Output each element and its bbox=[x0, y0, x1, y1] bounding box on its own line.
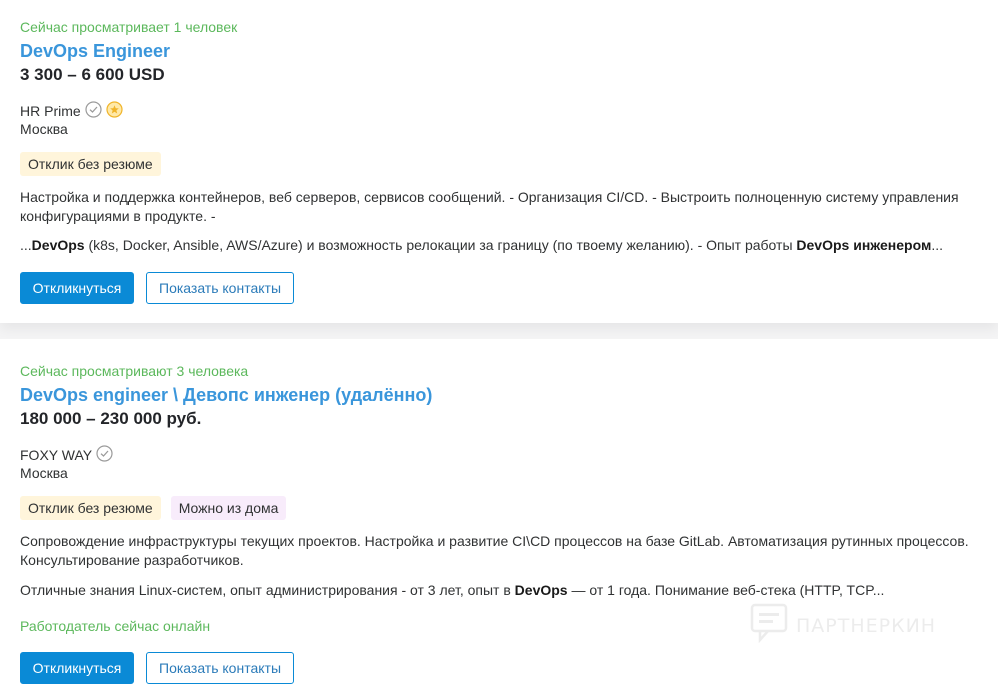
verified-check-icon bbox=[96, 445, 113, 465]
tag-no-resume: Отклик без резюме bbox=[20, 152, 161, 176]
vacancy-title-link[interactable]: DevOps engineer \ Девопс инженер (удалён… bbox=[20, 385, 432, 406]
city: Москва bbox=[20, 121, 68, 137]
viewers-count: Сейчас просматривает 1 человек bbox=[20, 19, 238, 35]
watermark-text: ПАРТНЕРКИН bbox=[796, 614, 937, 637]
show-contacts-button[interactable]: Показать контакты bbox=[146, 652, 294, 684]
vacancy-responsibility: Сопровождение инфраструктуры текущих про… bbox=[20, 533, 969, 568]
show-contacts-button[interactable]: Показать контакты bbox=[146, 272, 294, 304]
vacancy-title-link[interactable]: DevOps Engineer bbox=[20, 41, 170, 62]
respond-button[interactable]: Откликнуться bbox=[20, 652, 134, 684]
salary: 3 300 – 6 600 USD bbox=[20, 65, 165, 84]
vacancy-requirement: Отличные знания Linux-систем, опыт админ… bbox=[20, 582, 885, 598]
company-name-link[interactable]: HR Prime bbox=[20, 103, 81, 119]
viewers-count: Сейчас просматривают 3 человека bbox=[20, 363, 249, 379]
verified-check-icon bbox=[85, 101, 102, 121]
tag-no-resume: Отклик без резюме bbox=[20, 496, 161, 520]
tag-remote: Можно из дома bbox=[170, 496, 287, 520]
salary: 180 000 – 230 000 руб. bbox=[20, 409, 202, 428]
vacancy-card: Сейчас просматривает 1 человек DevOps En… bbox=[0, 0, 998, 323]
vacancy-responsibility: Настройка и поддержка контейнеров, веб с… bbox=[20, 189, 959, 224]
watermark-logo-icon bbox=[750, 603, 788, 648]
respond-button[interactable]: Откликнуться bbox=[20, 272, 134, 304]
trusted-employer-badge-icon[interactable] bbox=[106, 101, 123, 121]
watermark: ПАРТНЕРКИН bbox=[750, 603, 936, 648]
company-name-link[interactable]: FOXY WAY bbox=[20, 447, 92, 463]
vacancy-requirement: ...DevOps (k8s, Docker, Ansible, AWS/Azu… bbox=[20, 237, 943, 253]
employer-online-status: Работодатель сейчас онлайн bbox=[20, 618, 211, 634]
city: Москва bbox=[20, 465, 68, 481]
